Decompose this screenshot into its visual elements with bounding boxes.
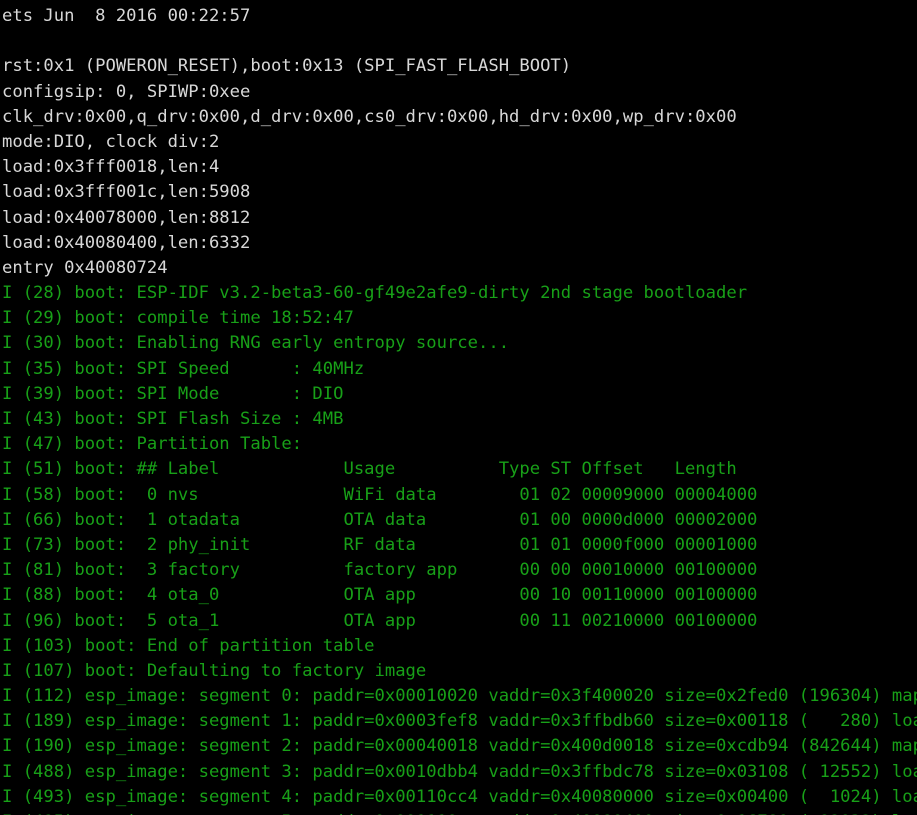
console-line: load:0x40078000,len:8812 bbox=[2, 207, 251, 228]
console-line: I (28) boot: ESP-IDF v3.2-beta3-60-gf49e… bbox=[2, 283, 748, 304]
console-line: I (51) boot: ## Label Usage Type ST Offs… bbox=[2, 459, 737, 480]
console-line: load:0x3fff001c,len:5908 bbox=[2, 182, 251, 203]
console-line: I (103) boot: End of partition table bbox=[2, 635, 375, 656]
console-line: I (96) boot: 5 ota_1 OTA app 00 11 00210… bbox=[2, 610, 758, 631]
console-line: I (58) boot: 0 nvs WiFi data 01 02 00009… bbox=[2, 484, 758, 505]
console-line: ets Jun 8 2016 00:22:57 bbox=[2, 6, 251, 26]
console-line: configsip: 0, SPIWP:0xee bbox=[2, 81, 251, 102]
console-line: I (493) esp_image: segment 4: paddr=0x00… bbox=[2, 786, 917, 807]
console-line: I (66) boot: 1 otadata OTA data 01 00 00… bbox=[2, 509, 758, 530]
console-line: I (29) boot: compile time 18:52:47 bbox=[2, 308, 354, 329]
console-line: load:0x40080400,len:6332 bbox=[2, 232, 251, 253]
console-line: I (112) esp_image: segment 0: paddr=0x00… bbox=[2, 686, 917, 707]
console-line: I (47) boot: Partition Table: bbox=[2, 434, 303, 455]
console-line: clk_drv:0x00,q_drv:0x00,d_drv:0x00,cs0_d… bbox=[2, 106, 737, 127]
console-line: I (488) esp_image: segment 3: paddr=0x00… bbox=[2, 761, 917, 782]
console-line: I (30) boot: Enabling RNG early entropy … bbox=[2, 333, 510, 354]
console-line: I (190) esp_image: segment 2: paddr=0x00… bbox=[2, 736, 917, 757]
console-line: I (495) esp_image: segment 5: paddr=0x00… bbox=[2, 810, 917, 815]
console-line: I (43) boot: SPI Flash Size : 4MB bbox=[2, 409, 344, 429]
console-line: I (73) boot: 2 phy_init RF data 01 01 00… bbox=[2, 534, 758, 555]
serial-console-output[interactable]: ets Jun 8 2016 00:22:57 rst:0x1 (POWERON… bbox=[0, 0, 917, 815]
console-line: I (81) boot: 3 factory factory app 00 00… bbox=[2, 560, 758, 581]
console-line: rst:0x1 (POWERON_RESET),boot:0x13 (SPI_F… bbox=[2, 56, 572, 77]
console-line: I (189) esp_image: segment 1: paddr=0x00… bbox=[2, 711, 917, 732]
console-line: I (35) boot: SPI Speed : 40MHz bbox=[2, 358, 365, 379]
console-line: load:0x3fff0018,len:4 bbox=[2, 157, 220, 178]
console-line: mode:DIO, clock div:2 bbox=[2, 131, 220, 152]
console-line: I (107) boot: Defaulting to factory imag… bbox=[2, 660, 427, 681]
console-line: I (88) boot: 4 ota_0 OTA app 00 10 00110… bbox=[2, 585, 758, 606]
console-line: entry 0x40080724 bbox=[2, 257, 168, 278]
console-line: I (39) boot: SPI Mode : DIO bbox=[2, 383, 344, 404]
